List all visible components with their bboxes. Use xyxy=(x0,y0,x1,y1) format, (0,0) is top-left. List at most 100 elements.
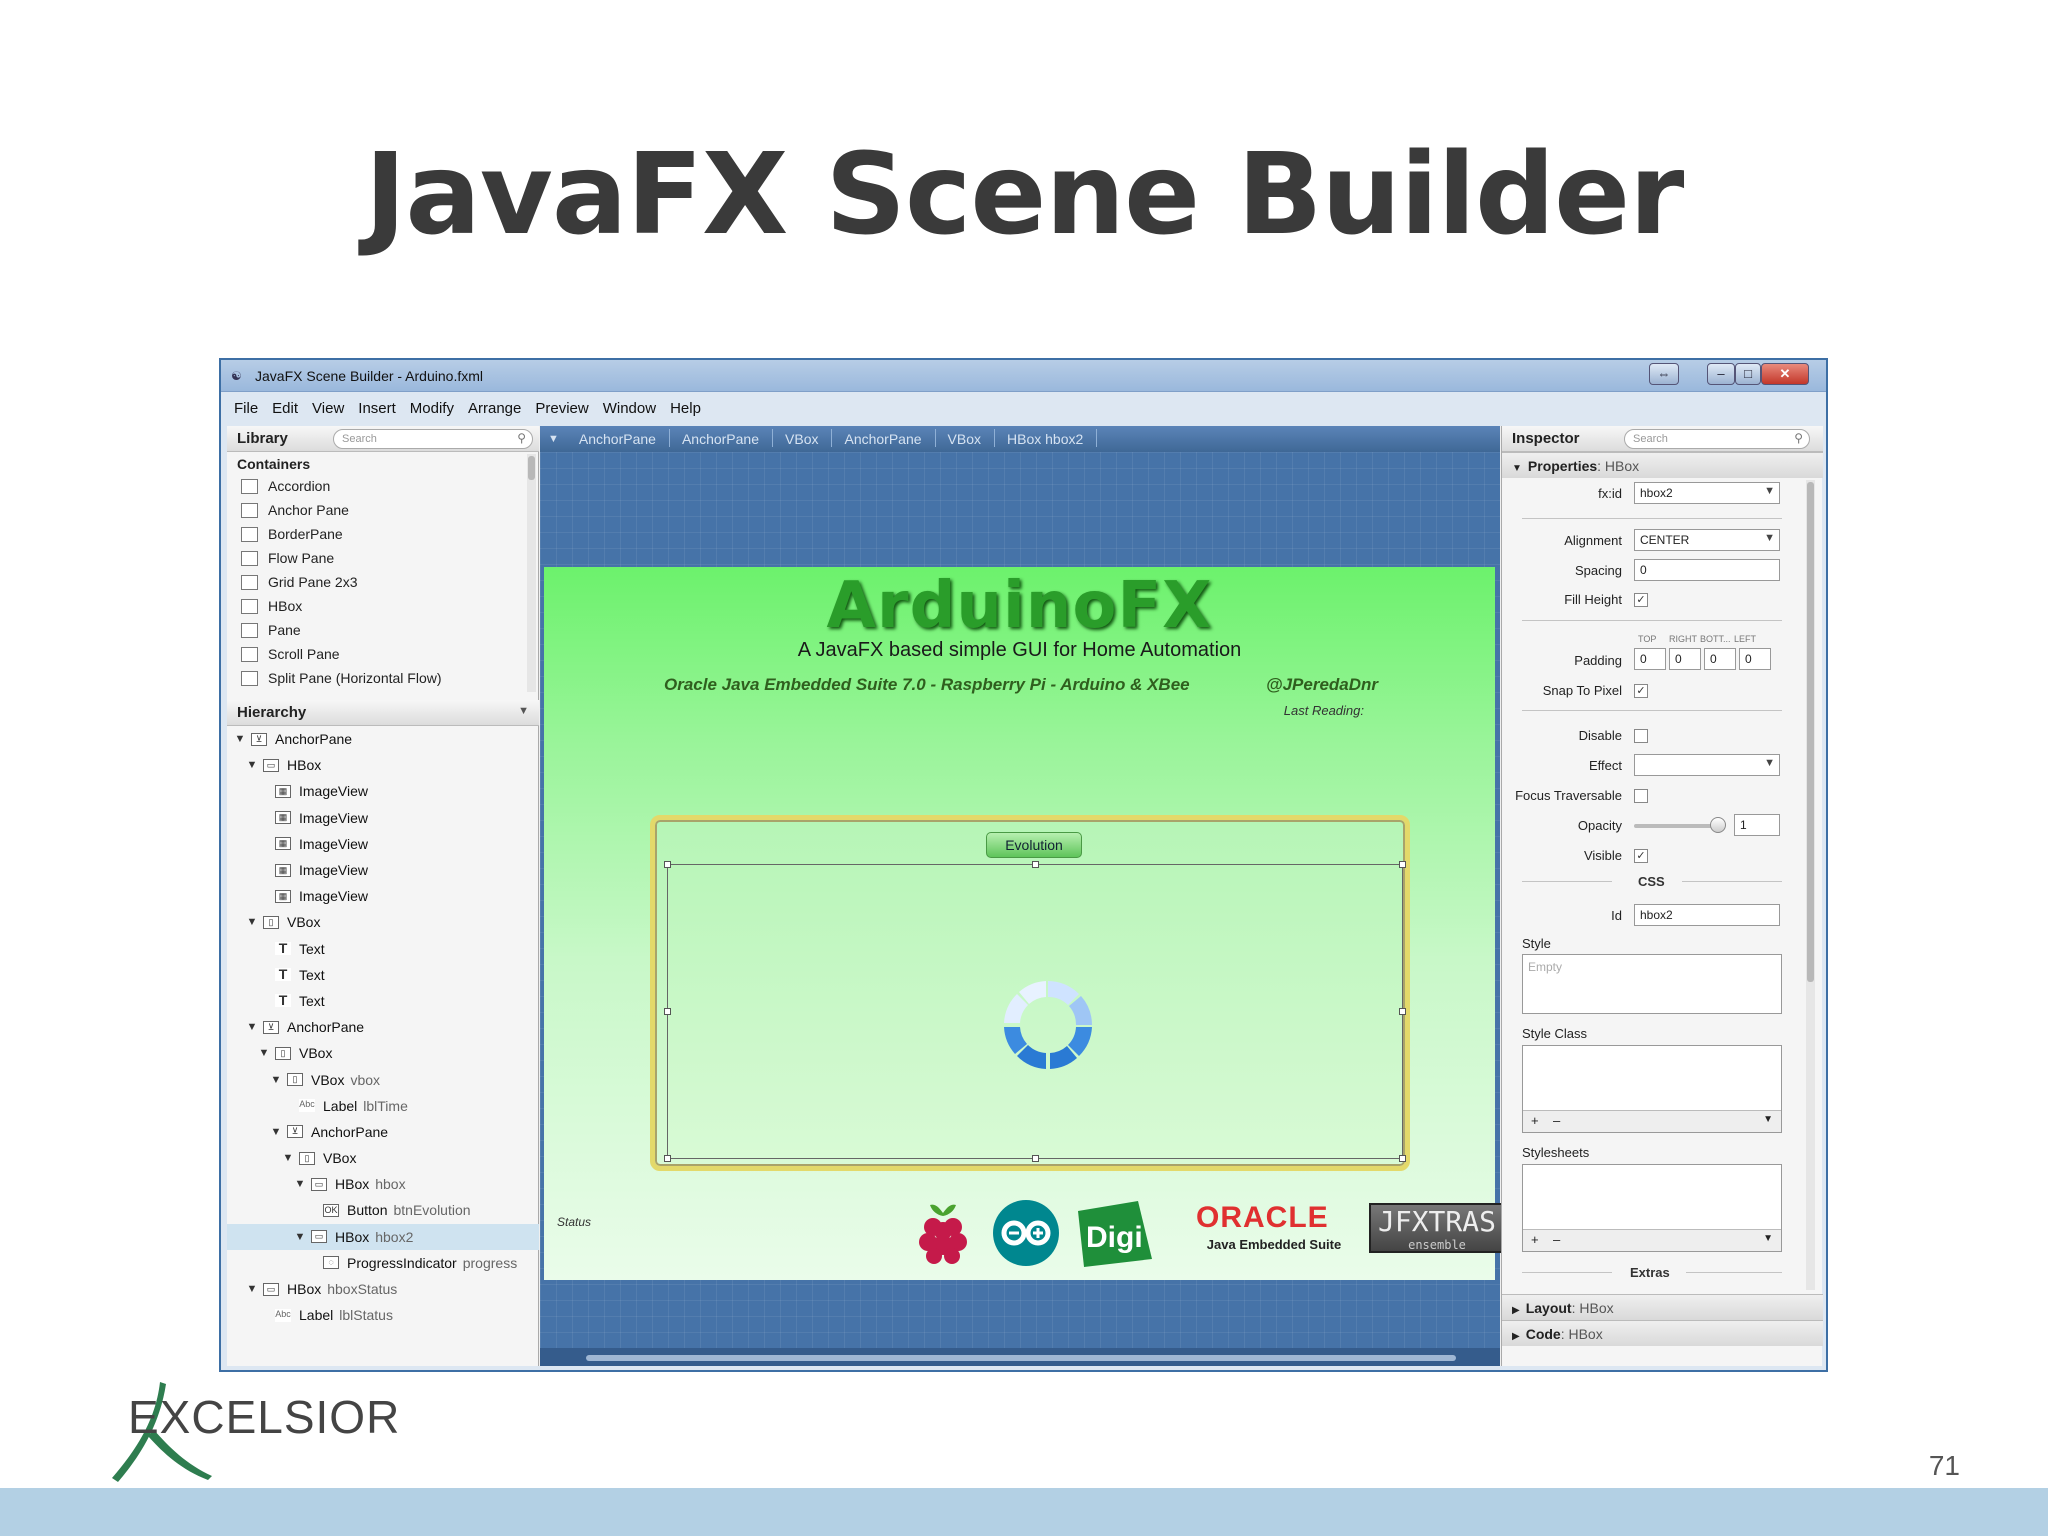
menu-preview[interactable]: Preview xyxy=(528,396,595,422)
breadcrumb-item[interactable]: AnchorPane xyxy=(832,429,936,447)
style-class-list[interactable]: + – ▼ xyxy=(1522,1045,1782,1133)
hierarchy-node-label[interactable]: Abc Label lblTime xyxy=(227,1093,539,1119)
app-preview[interactable]: ArduinoFX A JavaFX based simple GUI for … xyxy=(544,567,1505,1280)
fill-height-checkbox[interactable]: ✓ xyxy=(1634,593,1648,607)
padding-right-input[interactable]: 0 xyxy=(1669,648,1701,670)
menu-help[interactable]: Help xyxy=(663,396,708,422)
breadcrumb-item[interactable]: AnchorPane xyxy=(567,429,671,447)
hierarchy-menu-icon[interactable]: ▼ xyxy=(518,705,529,717)
canvas-horizontal-scrollbar[interactable] xyxy=(540,1348,1500,1366)
hierarchy-node-vbox[interactable]: ▼ ▯ VBox xyxy=(227,909,539,935)
library-item[interactable]: Accordion xyxy=(227,474,527,498)
layout-section-header[interactable]: ▶ Layout: HBox xyxy=(1502,1294,1823,1320)
spacing-input[interactable]: 0 xyxy=(1634,559,1780,581)
stylesheets-list[interactable]: + – ▼ xyxy=(1522,1164,1782,1252)
close-button[interactable]: ✕ xyxy=(1761,363,1809,385)
hierarchy-node-vbox[interactable]: ▼ ▯ VBox xyxy=(227,1040,539,1066)
library-scrollbar[interactable] xyxy=(527,454,536,692)
library-item[interactable]: Scroll Pane xyxy=(227,642,527,666)
expand-triangle-icon[interactable]: ▼ xyxy=(281,1152,295,1164)
expand-triangle-icon[interactable]: ▼ xyxy=(245,916,259,928)
hierarchy-node-imageview[interactable]: ▦ ImageView xyxy=(227,857,539,883)
alignment-combo[interactable]: CENTER ▼ xyxy=(1634,529,1780,551)
expand-triangle-icon[interactable]: ▼ xyxy=(269,1074,283,1086)
hierarchy-node-imageview[interactable]: ▦ ImageView xyxy=(227,778,539,804)
resize-handle[interactable] xyxy=(1399,1155,1406,1162)
effect-combo[interactable]: ▼ xyxy=(1634,754,1780,776)
resize-handle[interactable] xyxy=(664,1008,671,1015)
menu-insert[interactable]: Insert xyxy=(351,396,403,422)
remove-icon[interactable]: – xyxy=(1553,1113,1560,1128)
style-textarea[interactable]: Empty xyxy=(1522,954,1782,1014)
hierarchy-node-progressindicator[interactable]: ◌ ProgressIndicator progress xyxy=(227,1250,539,1276)
opacity-input[interactable]: 1 xyxy=(1734,814,1780,836)
disable-checkbox[interactable] xyxy=(1634,729,1648,743)
restore-button[interactable]: ⇔ xyxy=(1649,363,1679,385)
hierarchy-node-vbox[interactable]: ▼ ▯ VBox xyxy=(227,1145,539,1171)
hierarchy-node-anchorpane[interactable]: ▼ ⊻ AnchorPane xyxy=(227,1119,539,1145)
library-item[interactable]: HBox xyxy=(227,594,527,618)
resize-handle[interactable] xyxy=(664,1155,671,1162)
visible-checkbox[interactable]: ✓ xyxy=(1634,849,1648,863)
breadcrumb-item[interactable]: AnchorPane xyxy=(670,429,774,447)
hierarchy-node-label[interactable]: Abc Label lblStatus xyxy=(227,1302,539,1328)
evolution-button[interactable]: Evolution xyxy=(986,832,1082,858)
breadcrumb-item[interactable]: VBox xyxy=(773,429,833,447)
menu-modify[interactable]: Modify xyxy=(403,396,461,422)
remove-icon[interactable]: – xyxy=(1553,1232,1560,1247)
hierarchy-node-button[interactable]: OK Button btnEvolution xyxy=(227,1197,539,1223)
canvas-scroll-thumb[interactable] xyxy=(586,1355,1456,1361)
hierarchy-node-text[interactable]: T Text xyxy=(227,936,539,962)
hierarchy-node-imageview[interactable]: ▦ ImageView xyxy=(227,883,539,909)
menu-arrange[interactable]: Arrange xyxy=(461,396,528,422)
hierarchy-node-imageview[interactable]: ▦ ImageView xyxy=(227,805,539,831)
padding-left-input[interactable]: 0 xyxy=(1739,648,1771,670)
hierarchy-node-text[interactable]: T Text xyxy=(227,962,539,988)
library-item[interactable]: Flow Pane xyxy=(227,546,527,570)
resize-handle[interactable] xyxy=(1399,1008,1406,1015)
padding-top-input[interactable]: 0 xyxy=(1634,648,1666,670)
menu-file[interactable]: File xyxy=(227,396,265,422)
design-canvas[interactable]: ArduinoFX A JavaFX based simple GUI for … xyxy=(540,452,1505,1366)
padding-bottom-input[interactable]: 0 xyxy=(1704,648,1736,670)
library-item[interactable]: Anchor Pane xyxy=(227,498,527,522)
hierarchy-node-hbox[interactable]: ▼ ▭ HBox hboxStatus xyxy=(227,1276,539,1302)
chevron-down-icon[interactable]: ▼ xyxy=(1763,1114,1773,1125)
chevron-down-icon[interactable]: ▼ xyxy=(1763,1233,1773,1244)
library-scroll-thumb[interactable] xyxy=(528,456,535,480)
breadcrumb-menu-icon[interactable]: ▼ xyxy=(540,433,567,445)
menu-window[interactable]: Window xyxy=(596,396,663,422)
library-item[interactable]: Grid Pane 2x3 xyxy=(227,570,527,594)
minimize-button[interactable]: – xyxy=(1707,363,1735,385)
maximize-button[interactable]: □ xyxy=(1735,363,1761,385)
hierarchy-node-vbox[interactable]: ▼ ▯ VBox vbox xyxy=(227,1066,539,1092)
expand-triangle-icon[interactable]: ▼ xyxy=(233,733,247,745)
library-item[interactable]: Split Pane (Horizontal Flow) xyxy=(227,666,527,690)
selected-hbox2[interactable] xyxy=(664,861,1406,1162)
hierarchy-node-anchorpane[interactable]: ▼ ⊻ AnchorPane xyxy=(227,726,539,752)
hierarchy-node-hbox[interactable]: ▼ ▭ HBox hbox xyxy=(227,1171,539,1197)
id-input[interactable]: hbox2 xyxy=(1634,904,1780,926)
expand-triangle-icon[interactable]: ▼ xyxy=(245,1021,259,1033)
inspector-scroll-thumb[interactable] xyxy=(1807,482,1814,982)
snap-to-pixel-checkbox[interactable]: ✓ xyxy=(1634,684,1648,698)
hierarchy-node-imageview[interactable]: ▦ ImageView xyxy=(227,831,539,857)
library-item[interactable]: BorderPane xyxy=(227,522,527,546)
opacity-slider[interactable] xyxy=(1634,824,1720,828)
add-icon[interactable]: + xyxy=(1531,1113,1539,1128)
expand-triangle-icon[interactable]: ▼ xyxy=(257,1047,271,1059)
breadcrumb-item[interactable]: VBox xyxy=(936,429,996,447)
resize-handle[interactable] xyxy=(1032,1155,1039,1162)
fxid-combo[interactable]: hbox2 ▼ xyxy=(1634,482,1780,504)
resize-handle[interactable] xyxy=(664,861,671,868)
hierarchy-node-text[interactable]: T Text xyxy=(227,988,539,1014)
library-search-input[interactable]: Search ⚲ xyxy=(333,429,533,449)
expand-triangle-icon[interactable]: ▼ xyxy=(245,759,259,771)
hierarchy-node-hbox[interactable]: ▼ ▭ HBox hbox2 xyxy=(227,1223,539,1250)
hierarchy-node-hbox[interactable]: ▼ ▭ HBox xyxy=(227,752,539,778)
opacity-slider-thumb[interactable] xyxy=(1710,817,1726,833)
expand-triangle-icon[interactable]: ▼ xyxy=(293,1231,307,1243)
focus-traversable-checkbox[interactable] xyxy=(1634,789,1648,803)
expand-triangle-icon[interactable]: ▼ xyxy=(269,1126,283,1138)
properties-section-header[interactable]: ▼ Properties: HBox xyxy=(1502,452,1823,478)
